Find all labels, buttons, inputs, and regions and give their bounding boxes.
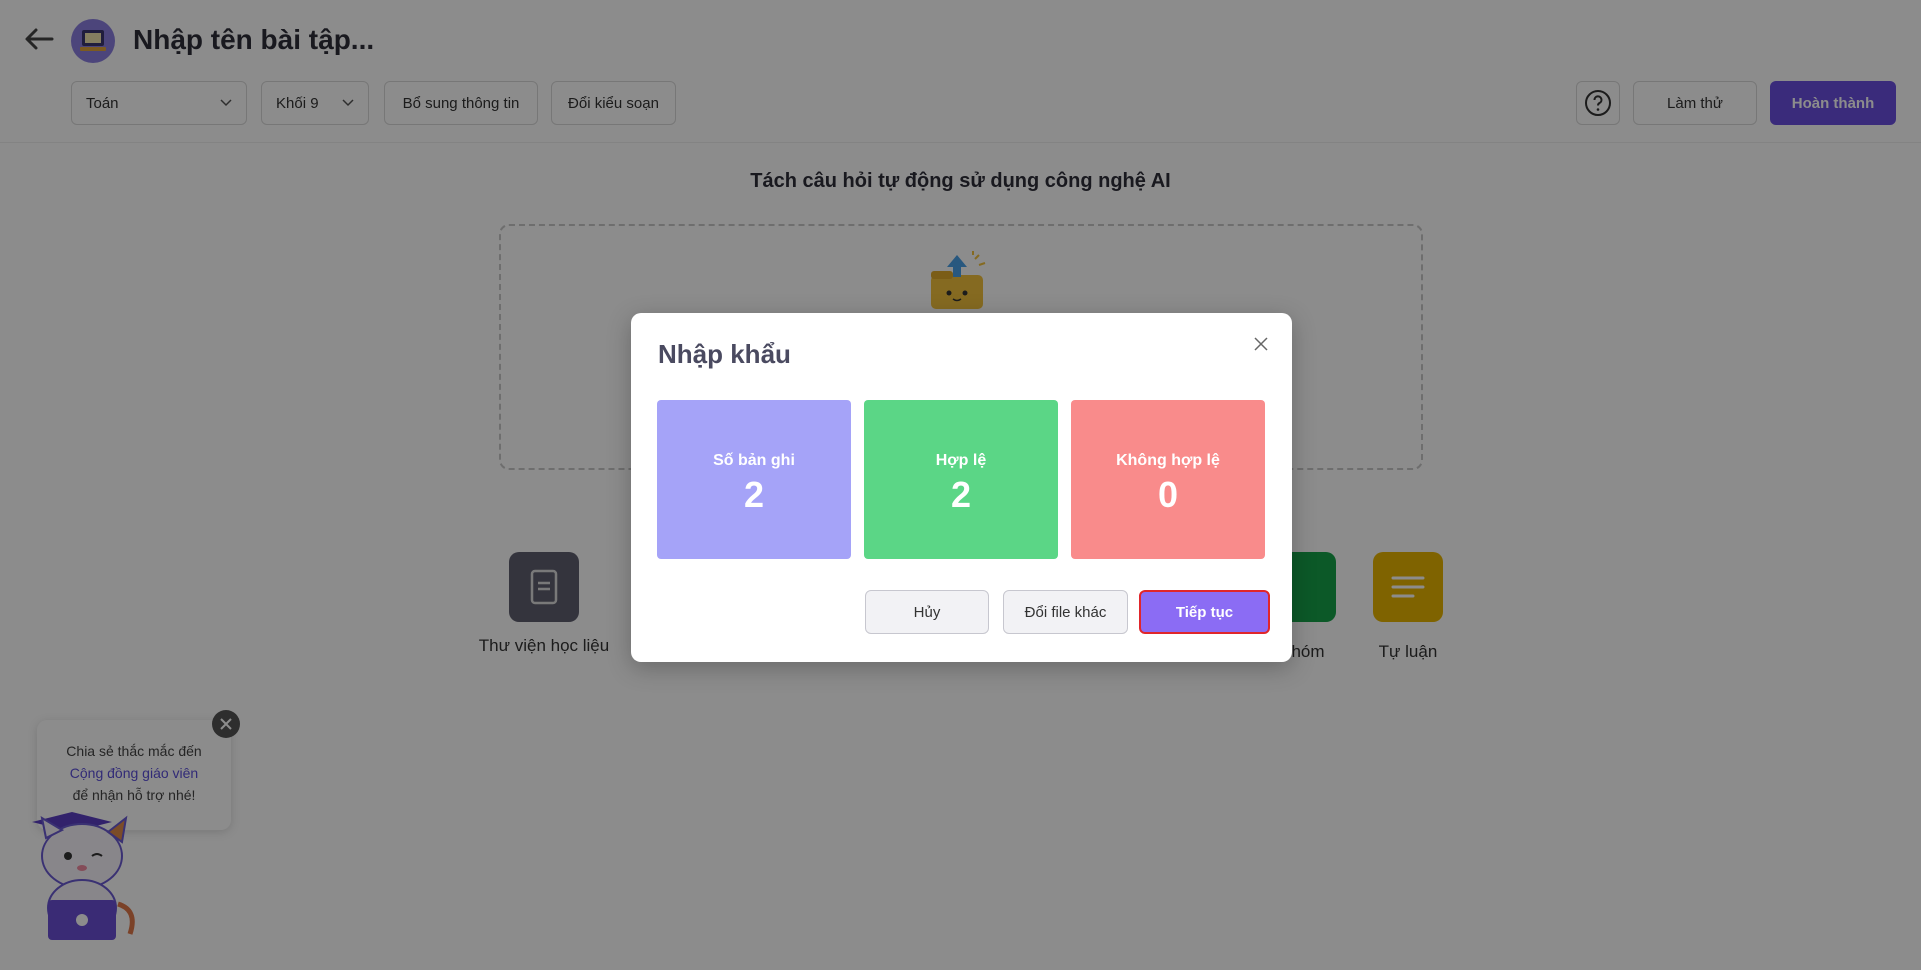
import-modal: Nhập khẩu Số bản ghi 2 Hợp lệ 2 Không hợ… — [631, 313, 1292, 662]
stat-invalid-label: Không hợp lệ — [1116, 452, 1220, 469]
change-file-button[interactable]: Đổi file khác — [1003, 590, 1128, 634]
stat-valid-label: Hợp lệ — [935, 452, 987, 469]
stat-valid-records: Hợp lệ 2 — [864, 400, 1058, 559]
stat-invalid-records: Không hợp lệ 0 — [1071, 400, 1265, 559]
close-icon[interactable] — [1248, 331, 1274, 357]
stat-valid-value: 2 — [950, 474, 972, 515]
stat-total-records: Số bản ghi 2 — [657, 400, 851, 559]
stat-invalid-value: 0 — [1157, 474, 1179, 515]
modal-title: Nhập khẩu — [658, 339, 791, 369]
stat-total-label: Số bản ghi — [713, 452, 795, 469]
continue-button[interactable]: Tiếp tục — [1139, 590, 1270, 634]
cancel-button[interactable]: Hủy — [865, 590, 989, 634]
stat-total-value: 2 — [743, 474, 765, 515]
